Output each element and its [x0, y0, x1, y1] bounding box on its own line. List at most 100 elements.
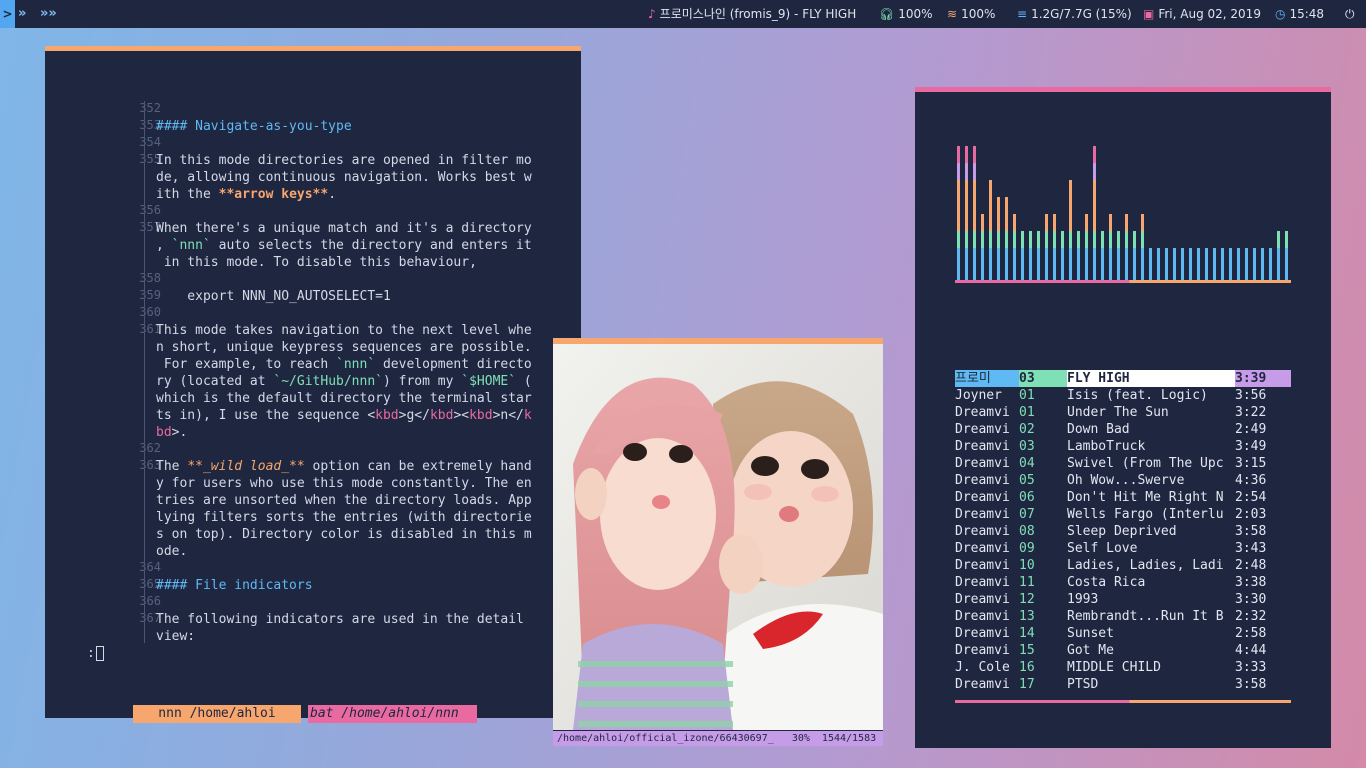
visualizer-bar — [1141, 248, 1144, 265]
visualizer-bar — [1037, 231, 1040, 248]
visualizer-bar — [1157, 248, 1160, 265]
workspace-2-button[interactable]: » — [18, 0, 26, 28]
playlist-row[interactable]: Dreamvi 06 Don't Hit Me Right N 2:54 — [955, 489, 1291, 506]
track-title: Self Love — [1067, 541, 1138, 556]
line-number: 363 — [139, 458, 161, 472]
visualizer-bar — [957, 180, 960, 197]
now-playing-module[interactable]: ♪ 프로미스나인 (fromis_9) - FLY HIGH — [648, 0, 856, 28]
playlist-row[interactable]: Dreamvi 04 Swivel (From The Upc 3:15 — [955, 455, 1291, 472]
visualizer-bar — [1005, 214, 1008, 231]
line-number: 366 — [139, 594, 161, 608]
visualizer-bar — [957, 231, 960, 248]
workspace-1-button[interactable]: > — [0, 0, 15, 28]
visualizer-bar — [1109, 248, 1112, 265]
track-artist: Dreamvi — [955, 677, 1010, 692]
visualizer-bar — [973, 231, 976, 248]
playlist-row[interactable]: Dreamvi 03 LamboTruck 3:49 — [955, 438, 1291, 455]
track-title: Ladies, Ladies, Ladi — [1067, 558, 1224, 573]
track-time: 2:58 — [1235, 626, 1267, 641]
status-index: 1544/1583 — [821, 733, 877, 744]
volume-text: 100% — [898, 7, 933, 21]
visualizer-bar — [981, 248, 984, 265]
image-viewer-window[interactable]: /home/ahloi/official_izone/66430697_ 30%… — [553, 338, 883, 746]
visualizer-bar — [973, 163, 976, 180]
track-num: 03 — [1019, 439, 1035, 454]
music-note-icon: ♪ — [648, 7, 656, 21]
track-title: Don't Hit Me Right N — [1067, 490, 1224, 505]
wifi-module[interactable]: ≋ 100% — [947, 0, 995, 28]
visualizer-bar — [1085, 248, 1088, 265]
visualizer-bar — [1069, 214, 1072, 231]
playlist-row[interactable]: 프로미 03 FLY HIGH 3:39 — [955, 370, 1291, 387]
playlist[interactable]: 프로미 03 FLY HIGH 3:39 Joyner 01 Isis (feat. Log… — [955, 370, 1291, 693]
music-player-window[interactable]: 프로미 03 FLY HIGH 3:39 Joyner 01 Isis (feat. Log… — [915, 87, 1331, 748]
clock-module[interactable]: ◷ 15:48 — [1275, 0, 1324, 28]
text-line: s on top). Directory color is disabled i… — [156, 527, 532, 542]
playlist-row[interactable]: Joyner 01 Isis (feat. Logic) 3:56 — [955, 387, 1291, 404]
power-icon: ⏻ — [1345, 7, 1355, 21]
date-module[interactable]: ▣ Fri, Aug 02, 2019 — [1143, 0, 1261, 28]
track-artist: 프로미 — [955, 370, 1019, 387]
tab-nnn[interactable]: nnn /home/ahloi — [133, 705, 301, 723]
playlist-row[interactable]: Dreamvi 08 Sleep Deprived 3:58 — [955, 523, 1291, 540]
visualizer-bar — [1125, 248, 1128, 265]
track-num: 05 — [1019, 473, 1035, 488]
workspace-3-button[interactable]: »» — [40, 0, 57, 28]
playlist-row[interactable]: Dreamvi 12 1993 3:30 — [955, 591, 1291, 608]
visualizer-bar — [1117, 248, 1120, 265]
visualizer-bar — [997, 248, 1000, 265]
track-artist: Dreamvi — [955, 490, 1010, 505]
track-artist: Dreamvi — [955, 541, 1010, 556]
track-time: 3:38 — [1235, 575, 1267, 590]
visualizer-bar — [1133, 248, 1136, 265]
playlist-row[interactable]: J. Cole 16 MIDDLE CHILD 3:33 — [955, 659, 1291, 676]
track-artist: Dreamvi — [955, 473, 1010, 488]
track-time: 3:58 — [1235, 677, 1267, 692]
track-time: 3:49 — [1235, 439, 1267, 454]
text-line: , `nnn` auto selects the directory and e… — [156, 238, 532, 253]
visualizer-bar — [1173, 248, 1176, 265]
playlist-row[interactable]: Dreamvi 14 Sunset 2:58 — [955, 625, 1291, 642]
playlist-row[interactable]: Dreamvi 17 PTSD 3:58 — [955, 676, 1291, 693]
clock-icon: ◷ — [1275, 7, 1286, 21]
playlist-row[interactable]: Dreamvi 02 Down Bad 2:49 — [955, 421, 1291, 438]
memory-module[interactable]: ≡ 1.2G/7.7G (15%) — [1017, 0, 1132, 28]
playlist-row[interactable]: Dreamvi 05 Oh Wow...Swerve 4:36 — [955, 472, 1291, 489]
visualizer-bar — [1253, 248, 1256, 265]
power-button[interactable]: ⏻ — [1345, 0, 1355, 28]
visualizer-bar — [989, 197, 992, 214]
visualizer-bar — [989, 180, 992, 197]
visualizer-bar — [1053, 231, 1056, 248]
line-number: 355 — [139, 152, 161, 166]
visualizer-bar — [957, 214, 960, 231]
command-prompt[interactable]: : — [87, 646, 104, 661]
line-number: 356 — [139, 203, 161, 217]
playlist-row[interactable]: Dreamvi 09 Self Love 3:43 — [955, 540, 1291, 557]
visualizer-bar — [1093, 231, 1096, 248]
track-num: 15 — [1019, 643, 1035, 658]
visualizer-bar — [1213, 248, 1216, 265]
visualizer-bar — [1077, 248, 1080, 265]
playlist-row[interactable]: Dreamvi 01 Under The Sun 3:22 — [955, 404, 1291, 421]
visualizer-bar — [1093, 197, 1096, 214]
visualizer-bar — [1141, 231, 1144, 248]
playlist-row[interactable]: Dreamvi 13 Rembrandt...Run It B 2:32 — [955, 608, 1291, 625]
terminal-window[interactable]: 352 353 354 355 356 357 358 359 360 361 … — [45, 46, 581, 723]
playlist-row[interactable]: Dreamvi 07 Wells Fargo (Interlu 2:03 — [955, 506, 1291, 523]
visualizer-bar — [1197, 248, 1200, 265]
track-num: 01 — [1019, 405, 1035, 420]
track-title: Sunset — [1067, 626, 1114, 641]
playlist-row[interactable]: Dreamvi 11 Costa Rica 3:38 — [955, 574, 1291, 591]
visualizer-bar — [1229, 248, 1232, 265]
playlist-row[interactable]: Dreamvi 10 Ladies, Ladies, Ladi 2:48 — [955, 557, 1291, 574]
playlist-row[interactable]: Dreamvi 15 Got Me 4:44 — [955, 642, 1291, 659]
visualizer-bar — [1085, 214, 1088, 231]
track-title: Rembrandt...Run It B — [1067, 609, 1224, 624]
visualizer-bar — [1261, 248, 1264, 265]
volume-module[interactable]: 🎧︎ 100% — [879, 0, 933, 28]
visualizer-bar — [989, 214, 992, 231]
wifi-icon: ≋ — [947, 7, 958, 21]
visualizer-bar — [1005, 197, 1008, 214]
tab-bat[interactable]: bat /home/ahloi/nnn — [308, 705, 477, 723]
text-line: ry (located at `~/GitHub/nnn`) from my `… — [156, 374, 532, 389]
